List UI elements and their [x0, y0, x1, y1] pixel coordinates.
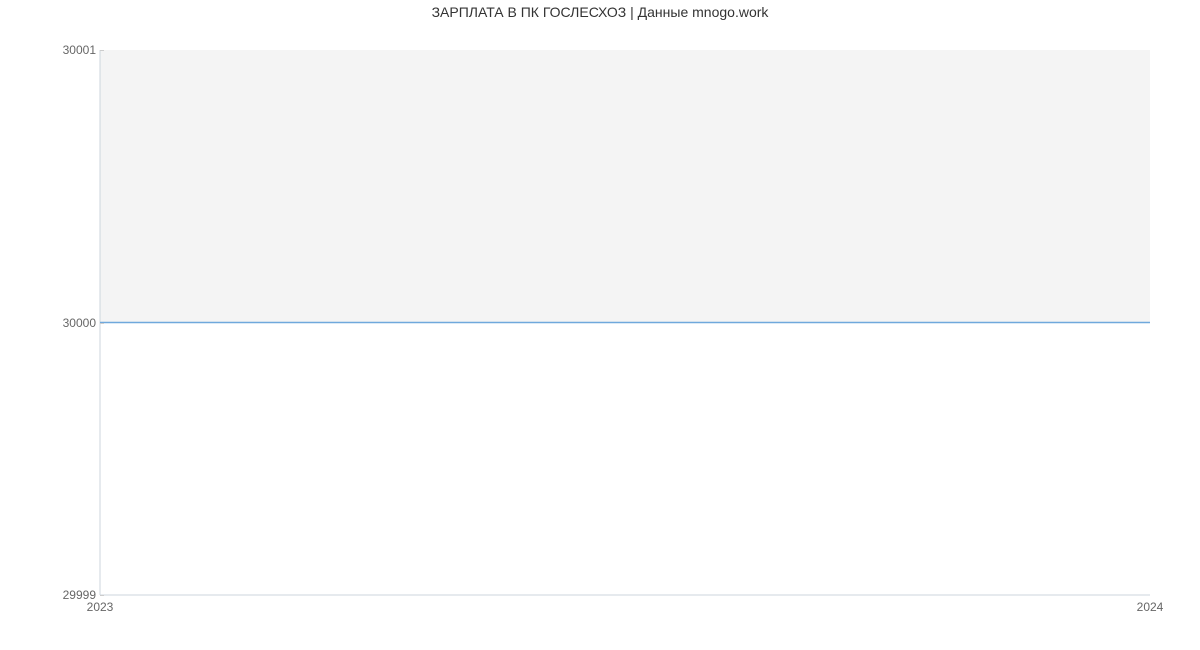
chart-title: ЗАРПЛАТА В ПК ГОСЛЕСХОЗ | Данные mnogo.w…: [0, 4, 1200, 20]
plot-bg-upper: [100, 50, 1150, 323]
plot-svg: [100, 50, 1150, 595]
tick-mark-icon: [100, 595, 104, 596]
ytick-label: 30000: [63, 316, 96, 330]
ytick-text: 30001: [63, 43, 96, 57]
xtick-label: 2023: [87, 600, 114, 614]
tick-mark-icon: [100, 50, 104, 51]
plot-bg-lower: [100, 323, 1150, 596]
xtick-label: 2024: [1137, 600, 1164, 614]
salary-line-chart: ЗАРПЛАТА В ПК ГОСЛЕСХОЗ | Данные mnogo.w…: [0, 0, 1200, 650]
plot-area: [100, 50, 1150, 595]
ytick-text: 30000: [63, 316, 96, 330]
tick-mark-icon: [100, 323, 104, 324]
ytick-label: 30001: [63, 43, 96, 57]
